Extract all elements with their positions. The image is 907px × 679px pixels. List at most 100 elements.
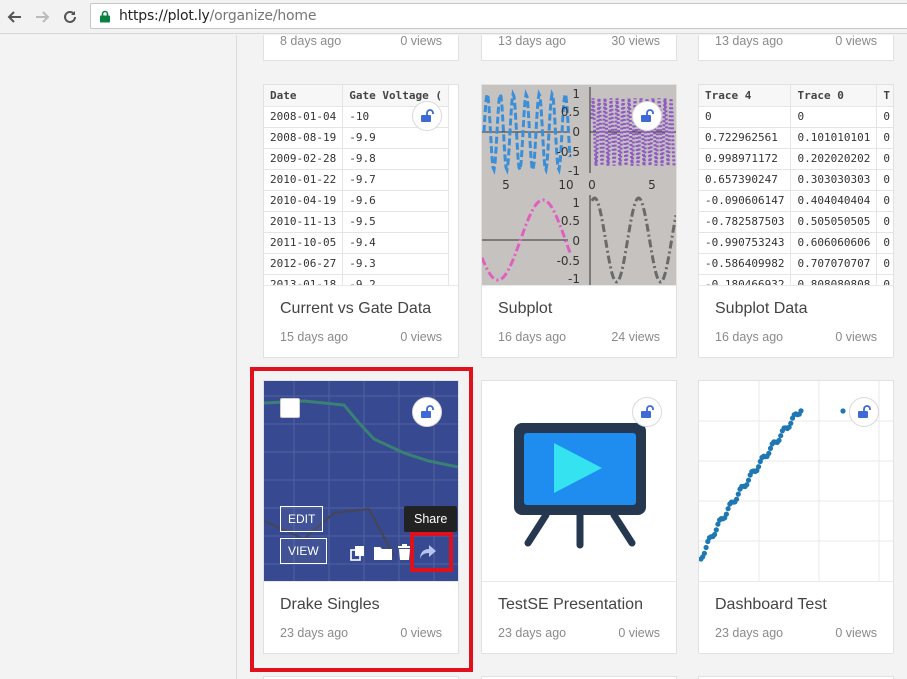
presentation-thumbnail xyxy=(482,381,676,581)
card-caption: TestSE Presentation 23 days ago 0 views xyxy=(482,581,676,653)
scatter-point xyxy=(766,450,772,456)
table-cell: 0.505050505 xyxy=(790,211,878,233)
scatter-point xyxy=(735,491,741,497)
table-cell: 0 xyxy=(876,127,893,149)
table-cell: 0 xyxy=(876,253,893,275)
table-cell: 0.404040404 xyxy=(790,190,878,212)
table-cell: -9.7 xyxy=(342,169,449,191)
url-text: https://plot.ly/organize/home xyxy=(119,8,316,24)
file-card-dashboard-test[interactable]: Dashboard Test 23 days ago 0 views xyxy=(698,380,894,654)
card-views: 0 views xyxy=(835,330,877,344)
table-cell: 2011-10-05 xyxy=(264,232,344,254)
column-header: Trace 0 xyxy=(790,85,878,107)
scatter-point xyxy=(703,544,709,551)
file-card-current-vs-gate[interactable]: Date Gate Voltage (2008-01-04 -10 2008-08-1… xyxy=(263,84,459,358)
file-card[interactable]: 13 days ago 0 views xyxy=(698,35,894,61)
table-cell: 0.722962561 xyxy=(699,127,792,149)
table-row: 0.722962561 0.101010101 0 xyxy=(699,127,893,149)
scatter-point xyxy=(712,531,718,538)
card-views: 0 views xyxy=(400,330,442,344)
tick-y: -1 xyxy=(568,272,580,285)
card-caption: Subplot 16 days ago 24 views xyxy=(482,285,676,357)
tick-y: -1 xyxy=(568,164,580,178)
unlock-icon xyxy=(641,109,654,122)
grid-thumbnail: Trace 4 Trace 0 T 0 0 0 0.722962561 0.101010101… xyxy=(699,85,893,285)
card-caption: Current vs Gate Data 15 days ago 0 views xyxy=(264,285,458,357)
table-cell: -0.180466932 xyxy=(699,274,792,285)
table-cell: 0 xyxy=(876,232,893,254)
card-views: 0 views xyxy=(618,626,660,640)
card-title[interactable]: Dashboard Test xyxy=(715,596,827,614)
table-cell: 2010-01-22 xyxy=(264,169,344,191)
card-title[interactable]: Subplot Data xyxy=(715,300,808,318)
table-cell: 0.101010101 xyxy=(790,127,878,149)
scatter-point xyxy=(725,506,731,512)
address-bar[interactable]: https://plot.ly/organize/home xyxy=(90,3,907,29)
table-cell: 2012-06-27 xyxy=(264,253,344,275)
table-cell: 2008-01-04 xyxy=(264,106,344,128)
unlock-icon xyxy=(641,405,654,418)
card-views: 30 views xyxy=(611,35,660,48)
file-card[interactable]: 8 days ago 0 views xyxy=(263,35,459,61)
file-card[interactable]: 13 days ago 30 views xyxy=(481,35,677,61)
file-card-testse-presentation[interactable]: TestSE Presentation 23 days ago 0 views xyxy=(481,380,677,654)
reload-icon xyxy=(64,10,76,23)
table-cell: 0 xyxy=(876,274,893,285)
public-lock-badge[interactable] xyxy=(632,397,662,427)
table-row: 2013-01-18 -9.2 xyxy=(264,274,449,285)
share-highlight-box xyxy=(410,532,453,572)
browser-toolbar: https://plot.ly/organize/home xyxy=(0,0,907,34)
table-row: 2012-06-27 -9.3 xyxy=(264,253,449,275)
file-card-subplot-data[interactable]: Trace 4 Trace 0 T 0 0 0 0.722962561 0.101010101… xyxy=(698,84,894,358)
table-row: 2010-04-19 -9.6 xyxy=(264,190,449,212)
table-cell: 0 xyxy=(699,106,792,128)
card-views: 0 views xyxy=(835,35,877,48)
table-row: 0.998971172 0.202020202 0 xyxy=(699,148,893,170)
table-cell: -9.4 xyxy=(342,232,449,254)
table-cell: 2009-02-28 xyxy=(264,148,344,170)
secure-lock-icon xyxy=(100,10,110,23)
table-cell: 0.707070707 xyxy=(790,253,878,275)
series-gray xyxy=(590,196,676,284)
table-cell: -9.2 xyxy=(342,274,449,285)
scatter-point xyxy=(798,408,804,414)
scatter-point xyxy=(734,496,740,502)
table-cell: -9.3 xyxy=(342,253,449,275)
tick-x: 10 xyxy=(558,178,573,192)
card-date: 16 days ago xyxy=(715,330,784,344)
table-row: 2010-01-22 -9.7 xyxy=(264,169,449,191)
table-row: -0.090606147 0.404040404 0 xyxy=(699,190,893,212)
tick-y: 0.5 xyxy=(561,105,580,119)
card-title[interactable]: TestSE Presentation xyxy=(498,596,643,614)
subplot-thumbnail: 1 0.5 0 -0.5 -1 5 10 0 5 1 0.5 0 -0.5 -1 xyxy=(482,85,676,285)
tick-x: 5 xyxy=(502,178,510,192)
back-arrow-icon xyxy=(7,11,21,23)
tick-y: -0.5 xyxy=(557,254,580,268)
reload-button[interactable] xyxy=(59,6,81,28)
card-title[interactable]: Current vs Gate Data xyxy=(280,300,431,318)
public-lock-badge[interactable] xyxy=(412,101,442,131)
url-host: https://plot.ly xyxy=(119,8,210,24)
back-button[interactable] xyxy=(4,6,26,28)
card-date: 23 days ago xyxy=(498,626,567,640)
table-cell: 0.606060606 xyxy=(790,232,878,254)
table-cell: -0.782587503 xyxy=(699,211,792,233)
scatter-point xyxy=(778,433,784,439)
column-header: Date xyxy=(264,85,344,107)
table-cell: -0.990753243 xyxy=(699,232,792,254)
public-lock-badge[interactable] xyxy=(849,397,879,427)
table-row: 2009-02-28 -9.8 xyxy=(264,148,449,170)
table-cell: 0.808080808 xyxy=(790,274,878,285)
table-cell: 0.998971172 xyxy=(699,148,792,170)
card-title[interactable]: Subplot xyxy=(498,300,552,318)
scatter-point xyxy=(776,437,782,443)
scatter-point xyxy=(788,420,794,426)
tick-y: -0.5 xyxy=(557,145,580,159)
card-views: 24 views xyxy=(611,330,660,344)
file-card-subplot[interactable]: 1 0.5 0 -0.5 -1 5 10 0 5 1 0.5 0 -0.5 -1 xyxy=(481,84,677,358)
table-cell: 0 xyxy=(876,169,893,191)
tick-y: 1 xyxy=(572,196,580,210)
forward-arrow-icon xyxy=(36,11,50,23)
forward-button[interactable] xyxy=(31,6,53,28)
public-lock-badge[interactable] xyxy=(632,101,662,131)
